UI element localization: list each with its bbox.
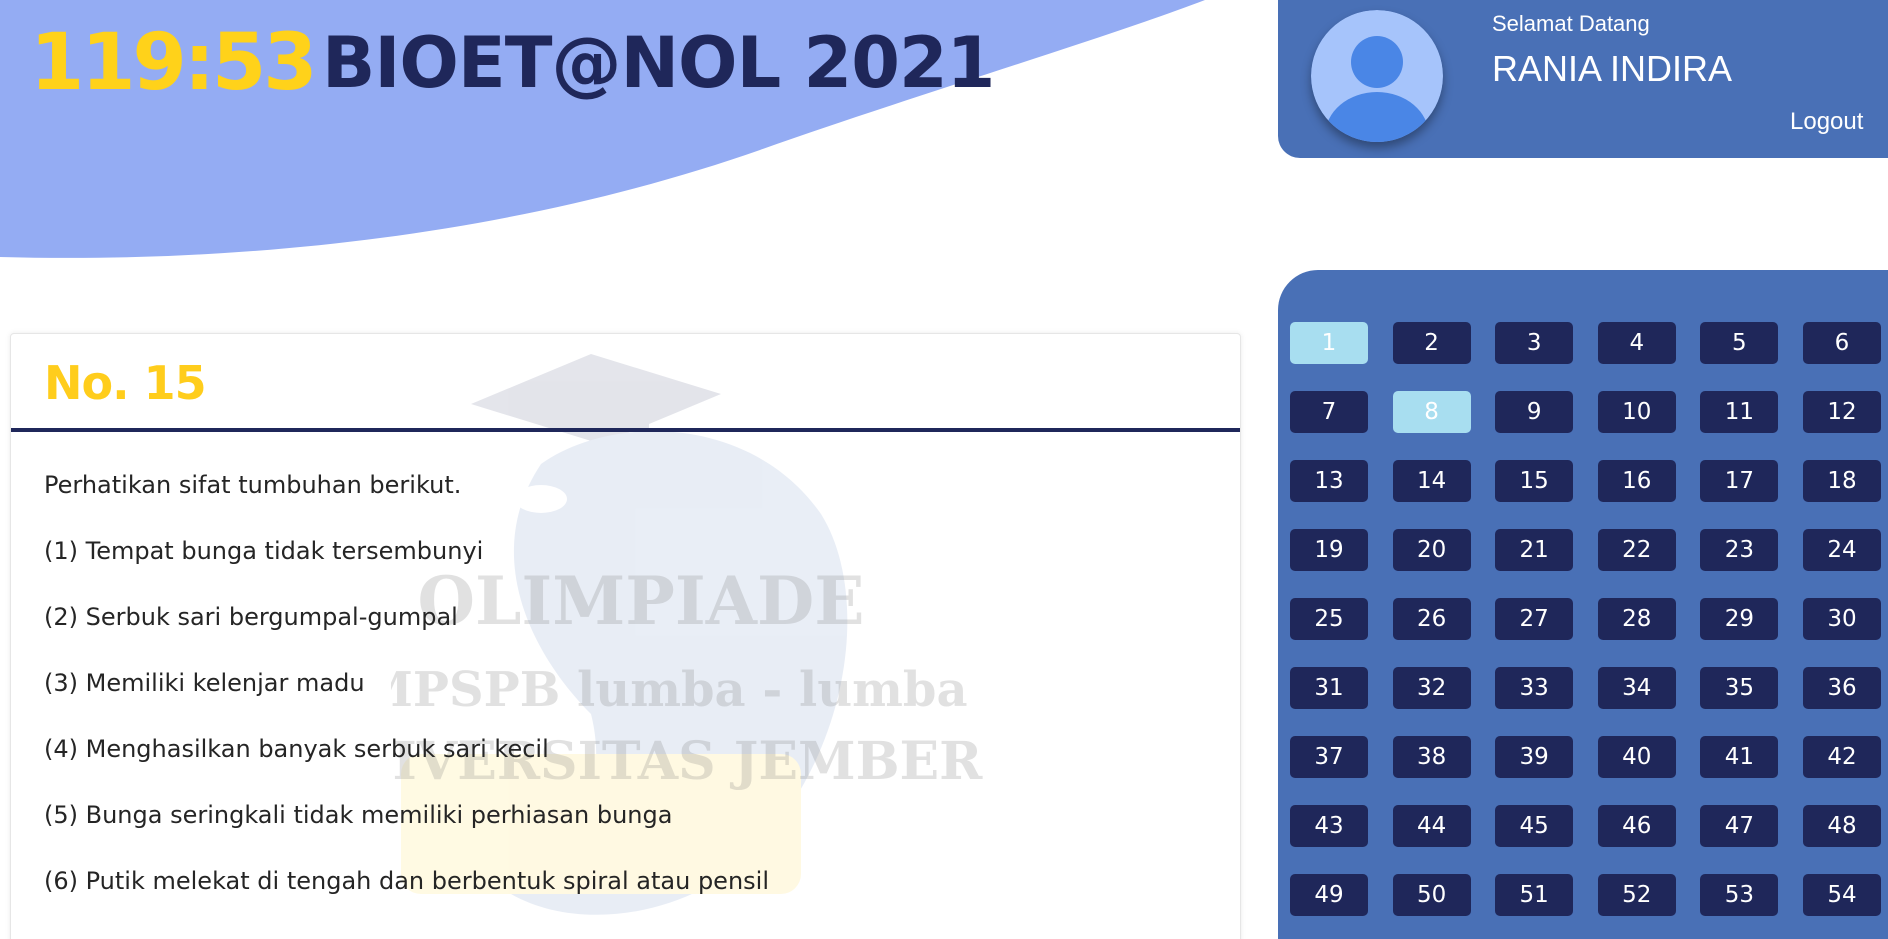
question-nav-button[interactable]: 4 xyxy=(1597,322,1676,364)
question-statement: (1) Tempat bunga tidak tersembunyi xyxy=(44,537,484,565)
question-nav-button[interactable]: 22 xyxy=(1597,529,1676,571)
question-nav-button[interactable]: 10 xyxy=(1597,391,1676,433)
question-nav-button[interactable]: 43 xyxy=(1290,805,1368,847)
question-nav-button[interactable]: 39 xyxy=(1495,736,1574,778)
question-nav-button[interactable]: 19 xyxy=(1290,529,1368,571)
question-nav-button[interactable]: 20 xyxy=(1392,529,1471,571)
question-nav-button[interactable]: 40 xyxy=(1597,736,1676,778)
question-nav-button[interactable]: 48 xyxy=(1802,805,1881,847)
question-nav-button[interactable]: 7 xyxy=(1290,391,1368,433)
question-nav-button[interactable]: 41 xyxy=(1700,736,1779,778)
question-nav-button[interactable]: 27 xyxy=(1495,598,1574,640)
question-nav-button[interactable]: 24 xyxy=(1802,529,1881,571)
question-nav-button[interactable]: 38 xyxy=(1392,736,1471,778)
question-nav-button[interactable]: 52 xyxy=(1597,874,1676,916)
question-nav-button[interactable]: 54 xyxy=(1802,874,1881,916)
brand-title: BIOET@NOL 2021 xyxy=(322,22,995,104)
question-nav-button[interactable]: 18 xyxy=(1802,460,1881,502)
question-nav-button[interactable]: 35 xyxy=(1700,667,1779,709)
question-nav-button[interactable]: 30 xyxy=(1802,598,1881,640)
user-card: Selamat Datang RANIA INDIRA Logout xyxy=(1278,0,1888,158)
question-nav-button[interactable]: 16 xyxy=(1597,460,1676,502)
question-number-grid: 1 2 3 4 5 6 7 8 9 10 11 12 13 14 15 16 17 18 19 20 21 22 23 24 2… xyxy=(1290,322,1881,916)
welcome-text: Selamat Datang xyxy=(1492,11,1650,36)
question-nav-button[interactable]: 26 xyxy=(1392,598,1471,640)
question-nav-button[interactable]: 21 xyxy=(1495,529,1574,571)
question-nav-button[interactable]: 23 xyxy=(1700,529,1779,571)
question-prompt: Perhatikan sifat tumbuhan berikut. xyxy=(44,471,462,499)
question-nav-button[interactable]: 25 xyxy=(1290,598,1368,640)
question-nav-button[interactable]: 42 xyxy=(1802,736,1881,778)
question-nav-button[interactable]: 32 xyxy=(1392,667,1471,709)
question-navigation-panel: 1 2 3 4 5 6 7 8 9 10 11 12 13 14 15 16 17 18 19 20 21 22 23 24 2… xyxy=(1278,270,1888,939)
countdown-timer: 119:53 xyxy=(30,18,318,108)
question-statement: (4) Menghasilkan banyak serbuk sari keci… xyxy=(44,735,549,763)
question-nav-button[interactable]: 34 xyxy=(1597,667,1676,709)
question-nav-button[interactable]: 2 xyxy=(1392,322,1471,364)
question-statement: (6) Putik melekat di tengah dan berbentu… xyxy=(44,867,769,895)
question-nav-button[interactable]: 29 xyxy=(1700,598,1779,640)
user-name: RANIA INDIRA xyxy=(1492,48,1733,89)
question-card: OLIMPIADE HMPSPB lumba - lumba UNIVERSIT… xyxy=(10,333,1241,939)
question-nav-button[interactable]: 51 xyxy=(1495,874,1574,916)
question-nav-button[interactable]: 44 xyxy=(1392,805,1471,847)
question-nav-button[interactable]: 12 xyxy=(1802,391,1881,433)
question-nav-button[interactable]: 3 xyxy=(1495,322,1574,364)
question-nav-button[interactable]: 45 xyxy=(1495,805,1574,847)
question-statement: (3) Memiliki kelenjar madu xyxy=(44,669,365,697)
question-body: Perhatikan sifat tumbuhan berikut. (1) T… xyxy=(11,432,1240,932)
question-header: No. 15 xyxy=(11,334,1240,432)
question-nav-button[interactable]: 13 xyxy=(1290,460,1368,502)
question-nav-button[interactable]: 8 xyxy=(1392,391,1471,433)
question-nav-button[interactable]: 6 xyxy=(1802,322,1881,364)
question-nav-button[interactable]: 37 xyxy=(1290,736,1368,778)
user-avatar-icon xyxy=(1311,10,1443,142)
question-nav-button[interactable]: 50 xyxy=(1392,874,1471,916)
question-nav-button[interactable]: 9 xyxy=(1495,391,1574,433)
question-statement: (5) Bunga seringkali tidak memiliki perh… xyxy=(44,801,673,829)
question-nav-button[interactable]: 36 xyxy=(1802,667,1881,709)
question-number: No. 15 xyxy=(44,356,207,410)
question-nav-button[interactable]: 53 xyxy=(1700,874,1779,916)
question-nav-button[interactable]: 28 xyxy=(1597,598,1676,640)
question-nav-button[interactable]: 33 xyxy=(1495,667,1574,709)
question-nav-button[interactable]: 5 xyxy=(1700,322,1779,364)
question-nav-button[interactable]: 31 xyxy=(1290,667,1368,709)
question-nav-button[interactable]: 1 xyxy=(1290,322,1368,364)
question-nav-button[interactable]: 11 xyxy=(1700,391,1779,433)
question-nav-button[interactable]: 49 xyxy=(1290,874,1368,916)
question-nav-button[interactable]: 15 xyxy=(1495,460,1574,502)
question-nav-button[interactable]: 46 xyxy=(1597,805,1676,847)
logout-link[interactable]: Logout xyxy=(1790,108,1863,136)
question-statement: (2) Serbuk sari bergumpal-gumpal xyxy=(44,603,458,631)
question-nav-button[interactable]: 17 xyxy=(1700,460,1779,502)
question-nav-button[interactable]: 14 xyxy=(1392,460,1471,502)
question-nav-button[interactable]: 47 xyxy=(1700,805,1779,847)
